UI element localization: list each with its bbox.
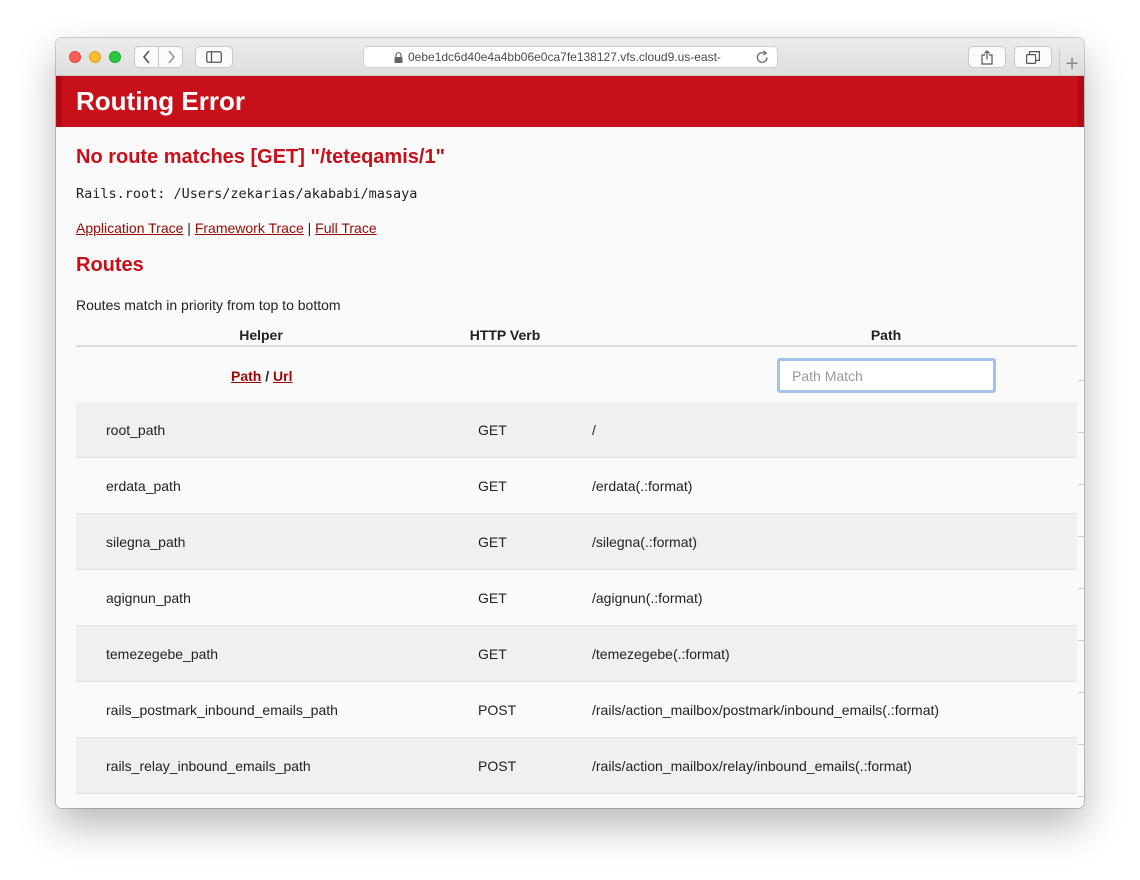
route-helper: erdata_path [106, 478, 181, 494]
close-window-button[interactable] [69, 51, 81, 63]
table-row: agignun_path GET /agignun(.:format) [76, 570, 1077, 626]
share-icon [981, 49, 993, 65]
helper-url-link[interactable]: Url [273, 368, 292, 384]
route-helper: agignun_path [106, 590, 191, 606]
route-path: /temezegebe(.:format) [592, 646, 730, 662]
route-verb: GET [478, 646, 507, 662]
route-helper: rails_postmark_inbound_emails_path [106, 702, 338, 718]
route-path: /rails/action_mailbox/relay/inbound_emai… [592, 758, 912, 774]
error-header: Routing Error [56, 76, 1084, 127]
reload-icon[interactable] [756, 50, 769, 64]
new-tab-button[interactable]: + [1059, 50, 1084, 76]
path-match-input[interactable] [777, 358, 996, 393]
route-path: / [592, 422, 596, 438]
route-helper: temezegebe_path [106, 646, 219, 662]
route-verb: POST [478, 758, 517, 774]
route-path: /rails/action_mailbox/postmark/inbound_e… [592, 702, 940, 718]
route-verb: GET [478, 422, 507, 438]
route-helper: root_path [106, 422, 166, 438]
helper-column-header: Helper [239, 327, 283, 343]
table-row: root_path GET / [76, 402, 1077, 458]
application-trace-link[interactable]: Application Trace [76, 220, 183, 236]
tabs-overview-icon [1026, 50, 1040, 64]
browser-toolbar: 0ebe1dc6d40e4a4bb06e0ca7fe138127.vfs.clo… [56, 38, 1084, 76]
route-verb: GET [478, 534, 507, 550]
address-url: 0ebe1dc6d40e4a4bb06e0ca7fe138127.vfs.clo… [408, 50, 721, 64]
error-message: No route matches [GET] "/teteqamis/1" [76, 146, 446, 168]
route-path: /silegna(.:format) [592, 534, 698, 550]
share-button[interactable] [968, 46, 1006, 68]
full-trace-link[interactable]: Full Trace [315, 220, 376, 236]
routes-description: Routes match in priority from top to bot… [76, 297, 341, 313]
route-verb: POST [478, 702, 517, 718]
table-row: rails_postmark_inbound_emails_path POST … [76, 682, 1077, 738]
route-helper: rails_relay_inbound_emails_path [106, 758, 311, 774]
sidebar-toggle-button[interactable] [195, 46, 233, 68]
address-bar[interactable]: 0ebe1dc6d40e4a4bb06e0ca7fe138127.vfs.clo… [363, 46, 778, 68]
route-verb: GET [478, 478, 507, 494]
route-path: /erdata(.:format) [592, 478, 693, 494]
helper-style-toggle: Path / Url [231, 368, 292, 384]
chevron-right-icon [167, 50, 175, 64]
verb-column-header: HTTP Verb [469, 327, 541, 343]
route-verb: GET [478, 590, 507, 606]
routes-title: Routes [76, 254, 144, 276]
browser-window: 0ebe1dc6d40e4a4bb06e0ca7fe138127.vfs.clo… [56, 38, 1084, 808]
framework-trace-link[interactable]: Framework Trace [195, 220, 304, 236]
helper-links-separator: / [265, 368, 270, 384]
route-path: /agignun(.:format) [592, 590, 703, 606]
trace-separator: | [307, 220, 312, 236]
rails-root: Rails.root: /Users/zekarias/akababi/masa… [76, 186, 418, 202]
minimize-window-button[interactable] [89, 51, 101, 63]
scroll-indicator [1078, 380, 1084, 808]
trace-separator: | [187, 220, 191, 236]
table-row: temezegebe_path GET /temezegebe(.:format… [76, 626, 1077, 682]
routes-filter-row: Path / Url [76, 351, 1077, 399]
back-button[interactable] [134, 46, 159, 68]
page-title: Routing Error [76, 86, 245, 116]
trace-links: Application Trace | Framework Trace | Fu… [76, 220, 377, 236]
table-row: erdata_path GET /erdata(.:format) [76, 458, 1077, 514]
route-helper: silegna_path [106, 534, 186, 550]
table-row: silegna_path GET /silegna(.:format) [76, 514, 1077, 570]
show-tabs-button[interactable] [1014, 46, 1052, 68]
forward-button[interactable] [158, 46, 183, 68]
routes-table-body: root_path GET / erdata_path GET /erdata(… [76, 402, 1077, 794]
table-row: rails_relay_inbound_emails_path POST /ra… [76, 738, 1077, 794]
path-column-header: Path [870, 327, 902, 343]
routes-table-header: Helper HTTP Verb Path [76, 327, 1077, 347]
helper-path-link[interactable]: Path [231, 368, 261, 384]
page-content: Routing Error No route matches [GET] "/t… [56, 76, 1084, 808]
sidebar-icon [206, 51, 222, 63]
zoom-window-button[interactable] [109, 51, 121, 63]
lock-icon [394, 51, 403, 63]
chevron-left-icon [142, 50, 150, 64]
